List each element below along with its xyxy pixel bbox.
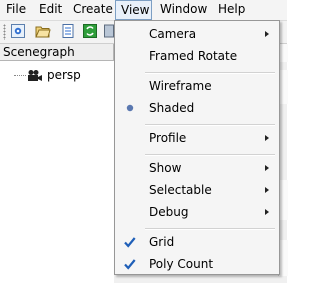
app-window: File Edit Create View Window Help Sceneg… — [0, 0, 288, 283]
menu-item-debug[interactable]: Debug — [115, 201, 279, 223]
menu-item-label: Selectable — [149, 183, 212, 197]
scenegraph-tree — [0, 62, 114, 262]
camera-icon — [27, 69, 43, 83]
menu-item-framed-rotate[interactable]: Framed Rotate — [115, 45, 279, 67]
menu-item-label: Framed Rotate — [149, 49, 238, 63]
menu-bar: File Edit Create View Window Help — [0, 0, 287, 21]
menu-item-label: Grid — [149, 235, 175, 249]
open-folder-icon[interactable] — [35, 23, 51, 39]
menu-item-show[interactable]: Show — [115, 157, 279, 179]
menu-separator — [145, 72, 275, 74]
menu-item-grid[interactable]: Grid — [115, 231, 279, 253]
menu-item-shaded[interactable]: Shaded — [115, 97, 279, 119]
toolbar-grip[interactable] — [3, 24, 6, 40]
tree-node-persp[interactable]: persp — [14, 67, 81, 83]
menu-create[interactable]: Create — [73, 1, 113, 18]
refresh-icon[interactable] — [82, 23, 98, 39]
submenu-arrow-icon — [265, 209, 269, 215]
menu-file[interactable]: File — [6, 1, 26, 18]
menu-item-label: Shaded — [149, 101, 195, 115]
menu-separator — [145, 154, 275, 156]
menu-item-label: Camera — [149, 27, 197, 41]
tree-node-label: persp — [47, 68, 81, 82]
view-menu-dropdown: Camera Framed Rotate Wireframe Shaded Pr… — [114, 20, 280, 275]
menu-help[interactable]: Help — [218, 1, 245, 18]
menu-view[interactable]: View — [115, 0, 152, 20]
menu-item-wireframe[interactable]: Wireframe — [115, 75, 279, 97]
menu-item-label: Profile — [149, 131, 187, 145]
submenu-arrow-icon — [265, 165, 269, 171]
checkmark-icon — [121, 255, 139, 273]
tree-connector — [14, 74, 26, 77]
document-list-icon[interactable] — [60, 23, 76, 39]
menu-item-label: Debug — [149, 205, 189, 219]
new-scene-icon[interactable] — [10, 23, 26, 39]
menu-item-label: Wireframe — [149, 79, 212, 93]
radio-selected-icon — [121, 99, 139, 117]
submenu-arrow-icon — [265, 135, 269, 141]
save-icon[interactable] — [104, 23, 114, 39]
submenu-arrow-icon — [265, 187, 269, 193]
menu-separator — [145, 124, 275, 126]
menu-separator — [145, 228, 275, 230]
menu-window[interactable]: Window — [160, 1, 207, 18]
menu-item-camera[interactable]: Camera — [115, 23, 279, 45]
menu-item-selectable[interactable]: Selectable — [115, 179, 279, 201]
menu-item-profile[interactable]: Profile — [115, 127, 279, 149]
scenegraph-header: Scenegraph — [0, 44, 114, 61]
menu-item-label: Poly Count — [149, 257, 214, 271]
menu-edit[interactable]: Edit — [39, 1, 62, 18]
submenu-arrow-icon — [265, 31, 269, 37]
checkmark-icon — [121, 233, 139, 251]
menu-item-poly-count[interactable]: Poly Count — [115, 253, 279, 275]
menu-item-label: Show — [149, 161, 182, 175]
